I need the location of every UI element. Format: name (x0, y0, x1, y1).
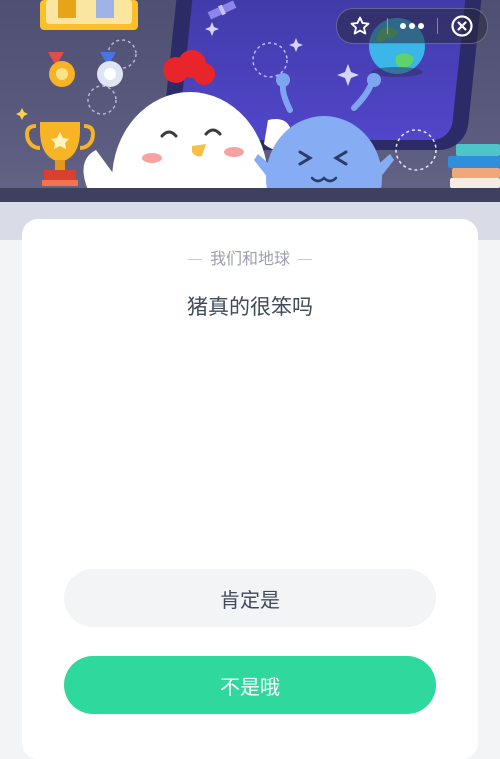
tag-dash-left (187, 259, 202, 260)
close-circle-icon[interactable] (439, 9, 485, 43)
gold-medal-icon (48, 52, 75, 87)
answer-option-2[interactable]: 不是哦 (64, 656, 436, 714)
category-label: 我们和地球 (209, 249, 290, 268)
star-outline-icon[interactable] (337, 9, 383, 43)
capsule-divider (437, 18, 438, 34)
quiz-card: 我们和地球 猪真的很笨吗 肯定是 不是哦 (22, 219, 478, 759)
answer-option-2-label: 不是哦 (220, 674, 280, 699)
answer-option-1-label: 肯定是 (220, 587, 280, 612)
category-tag: 我们和地球 (22, 245, 478, 269)
answer-option-1[interactable]: 肯定是 (64, 569, 436, 627)
tag-dash-right (298, 259, 312, 260)
trophy-icon (25, 122, 95, 186)
shelf (0, 188, 500, 202)
more-dots-icon[interactable] (389, 9, 435, 43)
mini-program-capsule (336, 8, 488, 44)
capsule-divider (387, 18, 388, 34)
silver-medal-icon (97, 52, 123, 87)
question-text: 猪真的很笨吗 (187, 295, 313, 319)
